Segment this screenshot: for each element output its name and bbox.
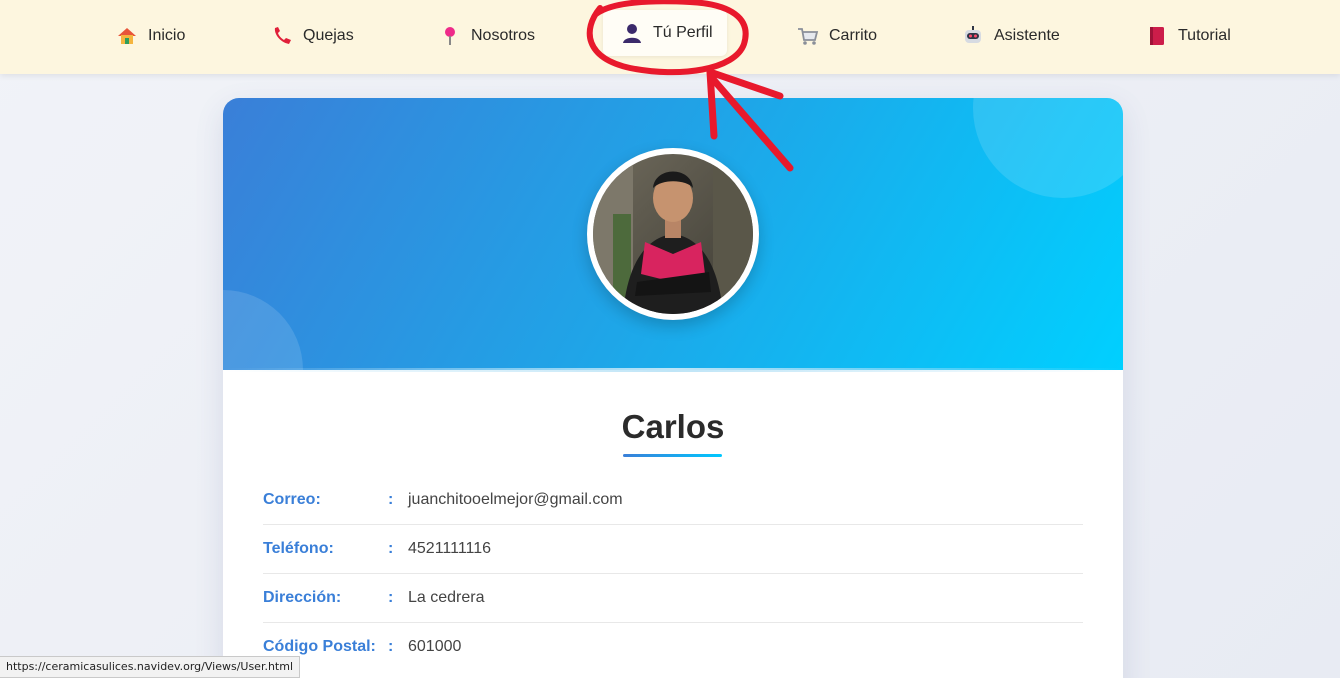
profile-card: Carlos Correo: : juanchitooelmejor@gmail… — [223, 98, 1123, 678]
nav-item-label: Carrito — [829, 27, 878, 44]
nav-item-tutorial[interactable]: Tutorial — [1146, 0, 1231, 72]
nav-item-inicio[interactable]: Inicio — [116, 0, 185, 72]
nav-item-carrito[interactable]: Carrito — [797, 0, 877, 72]
field-label: Dirección: — [263, 589, 342, 606]
name-underline — [623, 454, 722, 457]
user-icon — [621, 22, 643, 44]
nav-item-quejas[interactable]: Quejas — [271, 0, 354, 72]
nav-item-label: Tú Perfil — [653, 24, 713, 41]
decorative-circle — [223, 290, 303, 370]
info-row-phone: Teléfono: : 4521111116 — [263, 525, 1083, 574]
nav-item-tu-perfil[interactable]: Tú Perfil — [603, 10, 727, 56]
nav-item-asistente[interactable]: Asistente — [962, 0, 1060, 72]
avatar — [587, 148, 759, 320]
nav-item-label: Nosotros — [471, 27, 536, 44]
field-label: Teléfono: — [263, 540, 334, 557]
field-separator: : — [388, 540, 394, 557]
email-value: juanchitooelmejor@gmail.com — [408, 491, 623, 508]
field-separator: : — [388, 589, 394, 606]
info-row-postal-code: Código Postal: : 601000 — [263, 623, 1083, 672]
cart-icon — [797, 25, 819, 47]
postal-code-value: 601000 — [408, 638, 462, 655]
profile-banner — [223, 98, 1123, 370]
robot-icon — [962, 25, 984, 47]
banner-divider — [223, 368, 1123, 372]
profile-photo — [593, 154, 753, 314]
phone-icon — [271, 25, 293, 47]
field-separator: : — [388, 491, 394, 508]
home-icon — [116, 25, 138, 47]
nav-item-label: Asistente — [994, 27, 1060, 44]
book-icon — [1146, 25, 1168, 47]
pin-icon — [439, 25, 461, 47]
status-bar-url: https://ceramicasulices.navidev.org/View… — [0, 656, 301, 678]
top-navigation: Inicio Quejas Nosotros Tú Perfil Carrito… — [0, 0, 1340, 74]
decorative-circle — [973, 98, 1123, 198]
user-name: Carlos — [621, 408, 725, 445]
field-separator: : — [388, 638, 394, 655]
info-row-address: Dirección: : La cedrera — [263, 574, 1083, 623]
nav-item-nosotros[interactable]: Nosotros — [439, 0, 535, 72]
field-label: Código Postal: — [263, 638, 376, 655]
nav-item-label: Tutorial — [1178, 27, 1231, 44]
phone-value: 4521111116 — [408, 540, 492, 557]
nav-item-label: Quejas — [303, 27, 354, 44]
info-row-email: Correo: : juanchitooelmejor@gmail.com — [263, 476, 1083, 525]
field-label: Correo: — [263, 491, 321, 508]
address-value: La cedrera — [408, 589, 485, 606]
nav-item-label: Inicio — [148, 27, 186, 44]
